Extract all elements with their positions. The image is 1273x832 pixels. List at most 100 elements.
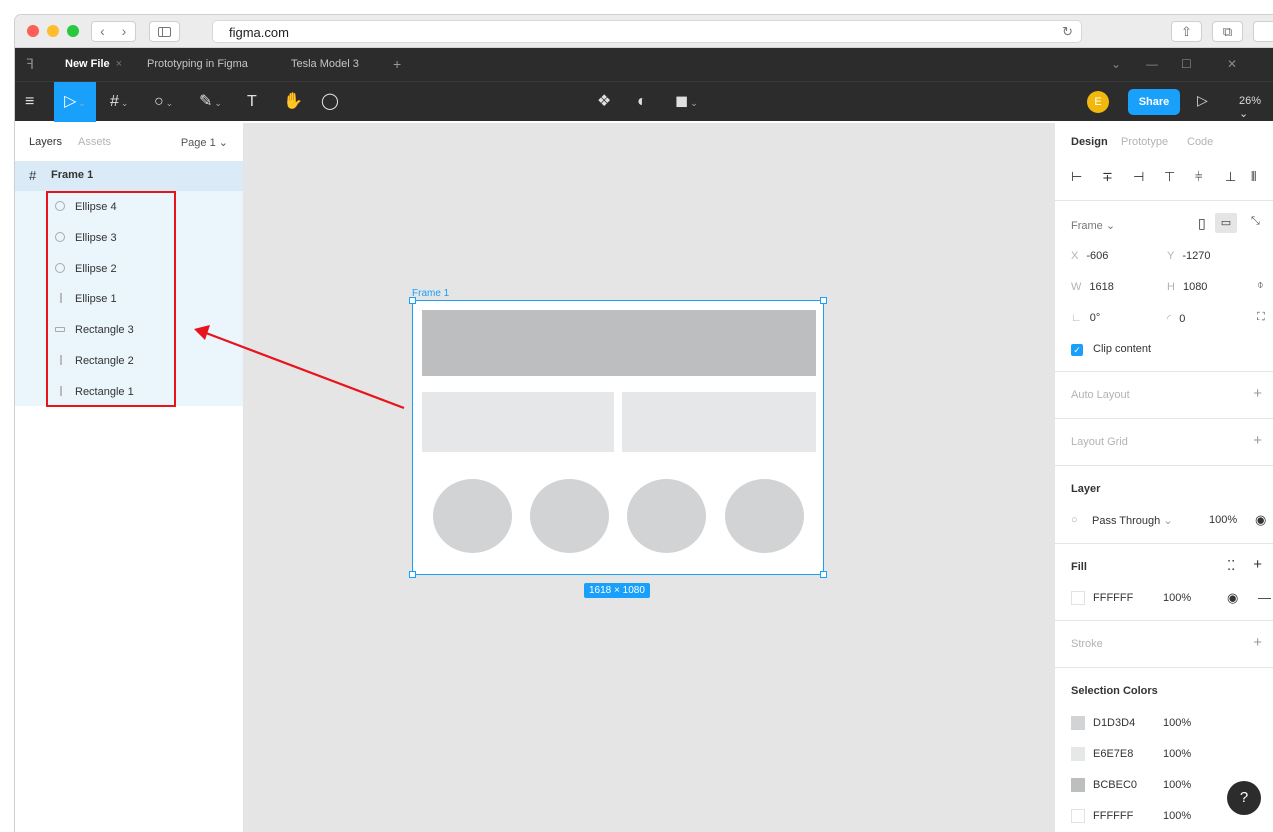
- forward-button[interactable]: ›: [113, 21, 136, 42]
- layer-row-rectangle-3[interactable]: Rectangle 3: [15, 315, 243, 346]
- tab-design[interactable]: Design: [1071, 136, 1108, 148]
- y-field[interactable]: Y -1270: [1167, 250, 1210, 262]
- help-button[interactable]: ?: [1227, 781, 1261, 815]
- add-tab-icon[interactable]: +: [393, 56, 401, 72]
- align-left-icon[interactable]: ⊢: [1071, 169, 1082, 185]
- maximize-icon[interactable]: ☐: [1181, 57, 1192, 71]
- browser-share-button[interactable]: ⇧: [1171, 21, 1202, 42]
- rectangle-1[interactable]: [622, 392, 816, 452]
- rectangle-3[interactable]: [422, 310, 816, 376]
- layer-row-ellipse-3[interactable]: Ellipse 3: [15, 223, 243, 254]
- browser-tabs-button[interactable]: ⧉: [1212, 21, 1243, 42]
- boolean-ops-button[interactable]: ◼ ⌄: [675, 82, 698, 122]
- add-layout-grid-icon[interactable]: +: [1253, 432, 1262, 449]
- rotation-field[interactable]: ∟ 0°: [1071, 312, 1100, 324]
- resize-handle-bottom-left[interactable]: [409, 571, 416, 578]
- fill-hex-value[interactable]: FFFFFF: [1093, 592, 1133, 604]
- close-icon[interactable]: ×: [116, 58, 122, 70]
- hand-tool-button[interactable]: ✋: [283, 82, 303, 122]
- align-vertical-center-icon[interactable]: ⫩: [1195, 169, 1202, 185]
- align-top-icon[interactable]: ⊤: [1164, 169, 1175, 185]
- color-swatch[interactable]: [1071, 809, 1085, 823]
- color-swatch[interactable]: [1071, 778, 1085, 792]
- shape-tool-button[interactable]: ○ ⌄: [154, 82, 173, 122]
- align-right-icon[interactable]: ⊣: [1133, 169, 1144, 185]
- avatar[interactable]: E: [1087, 91, 1109, 113]
- eye-icon[interactable]: ◉: [1255, 512, 1266, 528]
- text-tool-button[interactable]: T: [247, 82, 257, 122]
- layer-row-rectangle-1[interactable]: Rectangle 1: [15, 377, 243, 408]
- portrait-icon[interactable]: ▯: [1198, 215, 1206, 232]
- fill-opacity-value[interactable]: 100%: [1163, 592, 1191, 604]
- fill-swatch[interactable]: [1071, 591, 1085, 605]
- address-bar[interactable]: figma.com ↻: [212, 20, 1082, 43]
- tab-layers[interactable]: Layers: [29, 136, 62, 148]
- height-field[interactable]: H 1080: [1167, 281, 1207, 293]
- rectangle-2[interactable]: [422, 392, 614, 452]
- resize-to-fit-icon[interactable]: ⤡: [1251, 215, 1260, 228]
- add-auto-layout-icon[interactable]: +: [1253, 385, 1262, 402]
- mask-button[interactable]: ◐: [637, 82, 647, 122]
- eye-icon[interactable]: ◉: [1227, 590, 1238, 606]
- selection-color-row[interactable]: D1D3D4 100%: [1055, 708, 1273, 739]
- ellipse-4[interactable]: [725, 479, 804, 553]
- canvas[interactable]: Frame 1 1618 × 1080: [244, 123, 1054, 832]
- distribute-icon[interactable]: ⫴: [1251, 169, 1256, 185]
- layer-frame-row[interactable]: # Frame 1: [15, 161, 243, 191]
- blend-mode-dropdown[interactable]: Pass Through ⌄: [1092, 514, 1173, 527]
- browser-new-tab-button[interactable]: [1253, 21, 1273, 42]
- comment-tool-button[interactable]: ◯: [321, 82, 339, 122]
- layer-row-rectangle-2[interactable]: Rectangle 2: [15, 346, 243, 377]
- move-tool-button[interactable]: ▷ ⌄: [54, 82, 96, 122]
- add-stroke-icon[interactable]: +: [1253, 634, 1262, 651]
- zoom-level[interactable]: 26% ⌄: [1239, 95, 1273, 120]
- resize-handle-top-right[interactable]: [820, 297, 827, 304]
- minimize-icon[interactable]: —: [1146, 57, 1158, 71]
- ellipse-3[interactable]: [627, 479, 706, 553]
- constrain-proportions-icon[interactable]: ⌽: [1257, 279, 1264, 292]
- frame-tool-button[interactable]: # ⌄: [110, 82, 128, 122]
- minimize-window-button[interactable]: [47, 25, 59, 37]
- back-button[interactable]: ‹: [91, 21, 114, 42]
- tab-code[interactable]: Code: [1187, 136, 1213, 148]
- selection-color-row[interactable]: E6E7E8 100%: [1055, 739, 1273, 770]
- share-button[interactable]: Share: [1128, 89, 1180, 115]
- resize-handle-top-left[interactable]: [409, 297, 416, 304]
- main-menu-icon[interactable]: ≡: [25, 82, 34, 122]
- chevron-down-icon[interactable]: ⌄: [1111, 57, 1121, 71]
- clip-content-checkbox[interactable]: ✓: [1071, 344, 1083, 356]
- layer-row-ellipse-2[interactable]: Ellipse 2: [15, 254, 243, 285]
- align-bottom-icon[interactable]: ⊥: [1225, 169, 1236, 185]
- tab-prototype[interactable]: Prototype: [1121, 136, 1168, 148]
- ellipse-2[interactable]: [530, 479, 609, 553]
- tab-tesla-model-3[interactable]: Tesla Model 3: [291, 58, 359, 70]
- layer-row-ellipse-1[interactable]: Ellipse 1: [15, 284, 243, 315]
- frame-label[interactable]: Frame 1: [412, 288, 449, 299]
- reload-icon[interactable]: ↻: [1062, 24, 1073, 40]
- tab-prototyping-in-figma[interactable]: Prototyping in Figma: [147, 58, 248, 70]
- frame-1[interactable]: [412, 300, 824, 575]
- color-swatch[interactable]: [1071, 716, 1085, 730]
- pen-tool-button[interactable]: ✎ ⌄: [199, 82, 222, 122]
- independent-corners-icon[interactable]: ⛶: [1257, 311, 1265, 324]
- component-button[interactable]: ❖: [597, 82, 611, 122]
- figma-logo-icon[interactable]: ꟻ: [26, 56, 34, 73]
- zoom-window-button[interactable]: [67, 25, 79, 37]
- close-window-button[interactable]: [27, 25, 39, 37]
- ellipse-1[interactable]: [433, 479, 512, 553]
- layer-row-ellipse-4[interactable]: Ellipse 4: [15, 192, 243, 223]
- color-swatch[interactable]: [1071, 747, 1085, 761]
- x-field[interactable]: X -606: [1071, 250, 1108, 262]
- layer-opacity-value[interactable]: 100%: [1209, 514, 1237, 526]
- width-field[interactable]: W 1618: [1071, 281, 1114, 293]
- landscape-icon[interactable]: ▭: [1215, 213, 1237, 233]
- corner-radius-field[interactable]: ◜ 0: [1167, 312, 1185, 325]
- tab-new-file[interactable]: New File ×: [65, 58, 122, 70]
- frame-type-dropdown[interactable]: Frame ⌄: [1071, 219, 1115, 232]
- page-selector[interactable]: Page 1 ⌄: [181, 136, 228, 149]
- add-fill-icon[interactable]: +: [1253, 556, 1262, 573]
- tab-assets[interactable]: Assets: [78, 136, 111, 148]
- align-horizontal-center-icon[interactable]: ∓: [1102, 169, 1113, 185]
- styles-grid-icon[interactable]: ⁚⁚: [1227, 558, 1235, 574]
- remove-fill-icon[interactable]: —: [1258, 590, 1271, 605]
